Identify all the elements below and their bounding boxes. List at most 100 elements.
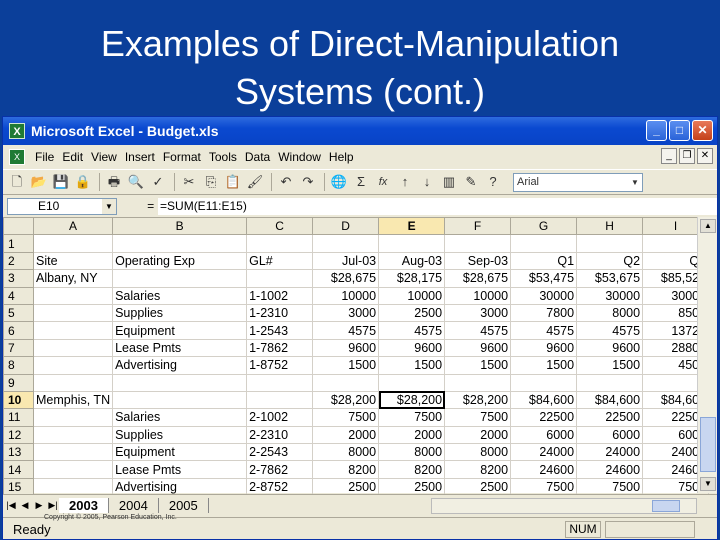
maximize-button[interactable]: □ bbox=[669, 120, 690, 141]
cell-c1[interactable] bbox=[246, 234, 314, 253]
spelling-icon[interactable]: ✓ bbox=[148, 172, 168, 192]
hyperlink-icon[interactable]: 🌐 bbox=[329, 172, 349, 192]
cell-a3[interactable]: Albany, NY bbox=[32, 269, 114, 288]
cell-f13[interactable]: 8000 bbox=[444, 443, 512, 462]
cell-d6[interactable]: 4575 bbox=[312, 321, 380, 340]
cell-e11[interactable]: 7500 bbox=[378, 408, 446, 427]
cell-d2[interactable]: Jul-03 bbox=[312, 251, 380, 271]
cell-e1[interactable] bbox=[378, 234, 446, 253]
cell-e14[interactable]: 8200 bbox=[378, 460, 446, 479]
cell-c13[interactable]: 2-2543 bbox=[246, 443, 314, 462]
cell-c8[interactable]: 1-8752 bbox=[246, 356, 314, 375]
cell-a10[interactable]: Memphis, TN bbox=[32, 390, 114, 410]
save-icon[interactable]: 💾 bbox=[51, 172, 71, 192]
cell-f2[interactable]: Sep-03 bbox=[444, 251, 512, 271]
cell-e3[interactable]: $28,175 bbox=[378, 269, 446, 288]
cell-h10[interactable]: $84,600 bbox=[576, 390, 644, 410]
redo-icon[interactable]: ↷ bbox=[298, 172, 318, 192]
cell-b13[interactable]: Equipment bbox=[112, 443, 248, 462]
cell-f11[interactable]: 7500 bbox=[444, 408, 512, 427]
cell-g9[interactable] bbox=[510, 373, 578, 392]
row-header[interactable]: 5 bbox=[3, 303, 34, 323]
row-header[interactable]: 6 bbox=[3, 321, 34, 340]
doc-restore-button[interactable]: ❐ bbox=[679, 148, 695, 164]
cell-b14[interactable]: Lease Pmts bbox=[112, 460, 248, 479]
cell-d3[interactable]: $28,675 bbox=[312, 269, 380, 288]
column-header-d[interactable]: D bbox=[312, 216, 380, 236]
cell-c3[interactable] bbox=[246, 269, 314, 288]
copy-icon[interactable]: ⎘ bbox=[201, 172, 221, 192]
cell-c4[interactable]: 1-1002 bbox=[246, 286, 314, 305]
cell-e4[interactable]: 10000 bbox=[378, 286, 446, 305]
cell-h1[interactable] bbox=[576, 234, 644, 253]
cell-f1[interactable] bbox=[444, 234, 512, 253]
row-header[interactable]: 9 bbox=[3, 373, 34, 392]
cell-d10[interactable]: $28,200 bbox=[312, 390, 380, 410]
cell-g3[interactable]: $53,475 bbox=[510, 269, 578, 288]
cell-b8[interactable]: Advertising bbox=[112, 356, 248, 375]
cell-c9[interactable] bbox=[246, 373, 314, 392]
cell-g11[interactable]: 22500 bbox=[510, 408, 578, 427]
cell-a1[interactable] bbox=[32, 234, 114, 253]
prev-sheet-icon[interactable]: ◀ bbox=[19, 500, 31, 511]
cell-e7[interactable]: 9600 bbox=[378, 338, 446, 358]
doc-minimize-button[interactable]: _ bbox=[661, 148, 677, 164]
cell-a11[interactable] bbox=[32, 408, 114, 427]
cell-c10[interactable] bbox=[246, 390, 314, 410]
scroll-up-icon[interactable]: ▲ bbox=[700, 219, 716, 233]
menu-view[interactable]: View bbox=[87, 150, 121, 164]
cell-g12[interactable]: 6000 bbox=[510, 425, 578, 445]
first-sheet-icon[interactable]: |◀ bbox=[5, 500, 17, 511]
column-header-h[interactable]: H bbox=[576, 216, 644, 236]
name-box[interactable]: E10 ▼ bbox=[7, 197, 117, 215]
menu-tools[interactable]: Tools bbox=[205, 150, 241, 164]
cell-d9[interactable] bbox=[312, 373, 380, 392]
cell-g10[interactable]: $84,600 bbox=[510, 390, 578, 410]
cell-f6[interactable]: 4575 bbox=[444, 321, 512, 340]
cell-c6[interactable]: 1-2543 bbox=[246, 321, 314, 340]
cell-g4[interactable]: 30000 bbox=[510, 286, 578, 305]
cell-a8[interactable] bbox=[32, 356, 114, 375]
menu-edit[interactable]: Edit bbox=[58, 150, 87, 164]
cell-a13[interactable] bbox=[32, 443, 114, 462]
scroll-down-icon[interactable]: ▼ bbox=[700, 477, 716, 491]
cell-f8[interactable]: 1500 bbox=[444, 356, 512, 375]
formula-input[interactable]: =SUM(E11:E15) bbox=[158, 197, 717, 215]
row-header[interactable]: 10 bbox=[3, 390, 34, 410]
cell-g5[interactable]: 7800 bbox=[510, 303, 578, 323]
menu-insert[interactable]: Insert bbox=[121, 150, 159, 164]
cell-e9[interactable] bbox=[378, 373, 446, 392]
cell-a12[interactable] bbox=[32, 425, 114, 445]
cell-b1[interactable] bbox=[112, 234, 248, 253]
print-preview-icon[interactable]: 🔍 bbox=[126, 172, 146, 192]
cell-e6[interactable]: 4575 bbox=[378, 321, 446, 340]
help-icon[interactable]: ? bbox=[483, 172, 503, 192]
window-titlebar[interactable]: X Microsoft Excel - Budget.xls _ □ ✕ bbox=[3, 117, 717, 145]
cell-h13[interactable]: 24000 bbox=[576, 443, 644, 462]
cell-h5[interactable]: 8000 bbox=[576, 303, 644, 323]
cell-e13[interactable]: 8000 bbox=[378, 443, 446, 462]
cell-c14[interactable]: 2-7862 bbox=[246, 460, 314, 479]
cell-g2[interactable]: Q1 bbox=[510, 251, 578, 271]
cell-d1[interactable] bbox=[312, 234, 380, 253]
cell-d11[interactable]: 7500 bbox=[312, 408, 380, 427]
cell-h9[interactable] bbox=[576, 373, 644, 392]
horizontal-scrollbar[interactable] bbox=[431, 498, 697, 514]
cell-d8[interactable]: 1500 bbox=[312, 356, 380, 375]
select-all-corner[interactable] bbox=[3, 216, 34, 236]
cell-h7[interactable]: 9600 bbox=[576, 338, 644, 358]
cell-g7[interactable]: 9600 bbox=[510, 338, 578, 358]
autosum-icon[interactable]: Σ bbox=[351, 172, 371, 192]
cell-h3[interactable]: $53,675 bbox=[576, 269, 644, 288]
undo-icon[interactable]: ↶ bbox=[276, 172, 296, 192]
cell-f4[interactable]: 10000 bbox=[444, 286, 512, 305]
menu-file[interactable]: File bbox=[31, 150, 58, 164]
cell-f7[interactable]: 9600 bbox=[444, 338, 512, 358]
workbook-icon[interactable]: X bbox=[9, 149, 25, 165]
print-icon[interactable]: 🖶 bbox=[104, 172, 124, 192]
cell-b4[interactable]: Salaries bbox=[112, 286, 248, 305]
cell-g14[interactable]: 24600 bbox=[510, 460, 578, 479]
vertical-scrollbar[interactable]: ▲ ▼ bbox=[697, 217, 717, 493]
cell-b6[interactable]: Equipment bbox=[112, 321, 248, 340]
cell-f14[interactable]: 8200 bbox=[444, 460, 512, 479]
